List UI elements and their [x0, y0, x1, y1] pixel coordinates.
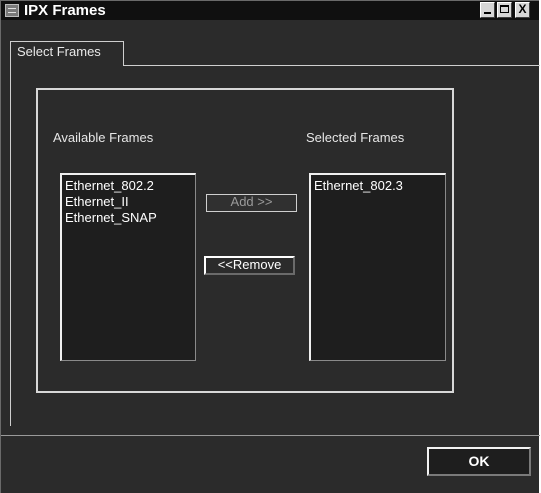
list-item[interactable]: Ethernet_II [62, 194, 195, 210]
selected-frames-label: Selected Frames [306, 130, 405, 145]
selected-frames-list[interactable]: Ethernet_802.3 [309, 173, 446, 361]
close-icon: X [518, 2, 527, 16]
minimize-icon [484, 12, 491, 14]
network-app-icon[interactable] [5, 4, 19, 17]
list-item[interactable]: Ethernet_802.2 [62, 178, 195, 194]
available-frames-label: Available Frames [53, 130, 154, 145]
window-title: IPX Frames [24, 2, 106, 19]
maximize-icon [500, 5, 509, 13]
list-item[interactable]: Ethernet_802.3 [311, 178, 445, 194]
maximize-button[interactable] [497, 2, 512, 18]
tab-strip-divider [124, 65, 540, 66]
title-bar[interactable]: IPX Frames X [1, 1, 539, 20]
remove-button[interactable]: <<Remove [204, 256, 295, 275]
tab-page-border [10, 66, 11, 426]
close-button[interactable]: X [515, 2, 530, 18]
ipx-frames-window: IPX Frames X Select Frames Available Fra… [0, 0, 540, 493]
available-frames-list[interactable]: Ethernet_802.2 Ethernet_II Ethernet_SNAP [60, 173, 196, 361]
footer-divider [1, 435, 540, 436]
minimize-button[interactable] [480, 2, 495, 18]
list-item[interactable]: Ethernet_SNAP [62, 210, 195, 226]
tab-select-frames[interactable]: Select Frames [10, 41, 124, 66]
ok-button[interactable]: OK [427, 447, 531, 476]
add-button[interactable]: Add >> [206, 194, 297, 212]
